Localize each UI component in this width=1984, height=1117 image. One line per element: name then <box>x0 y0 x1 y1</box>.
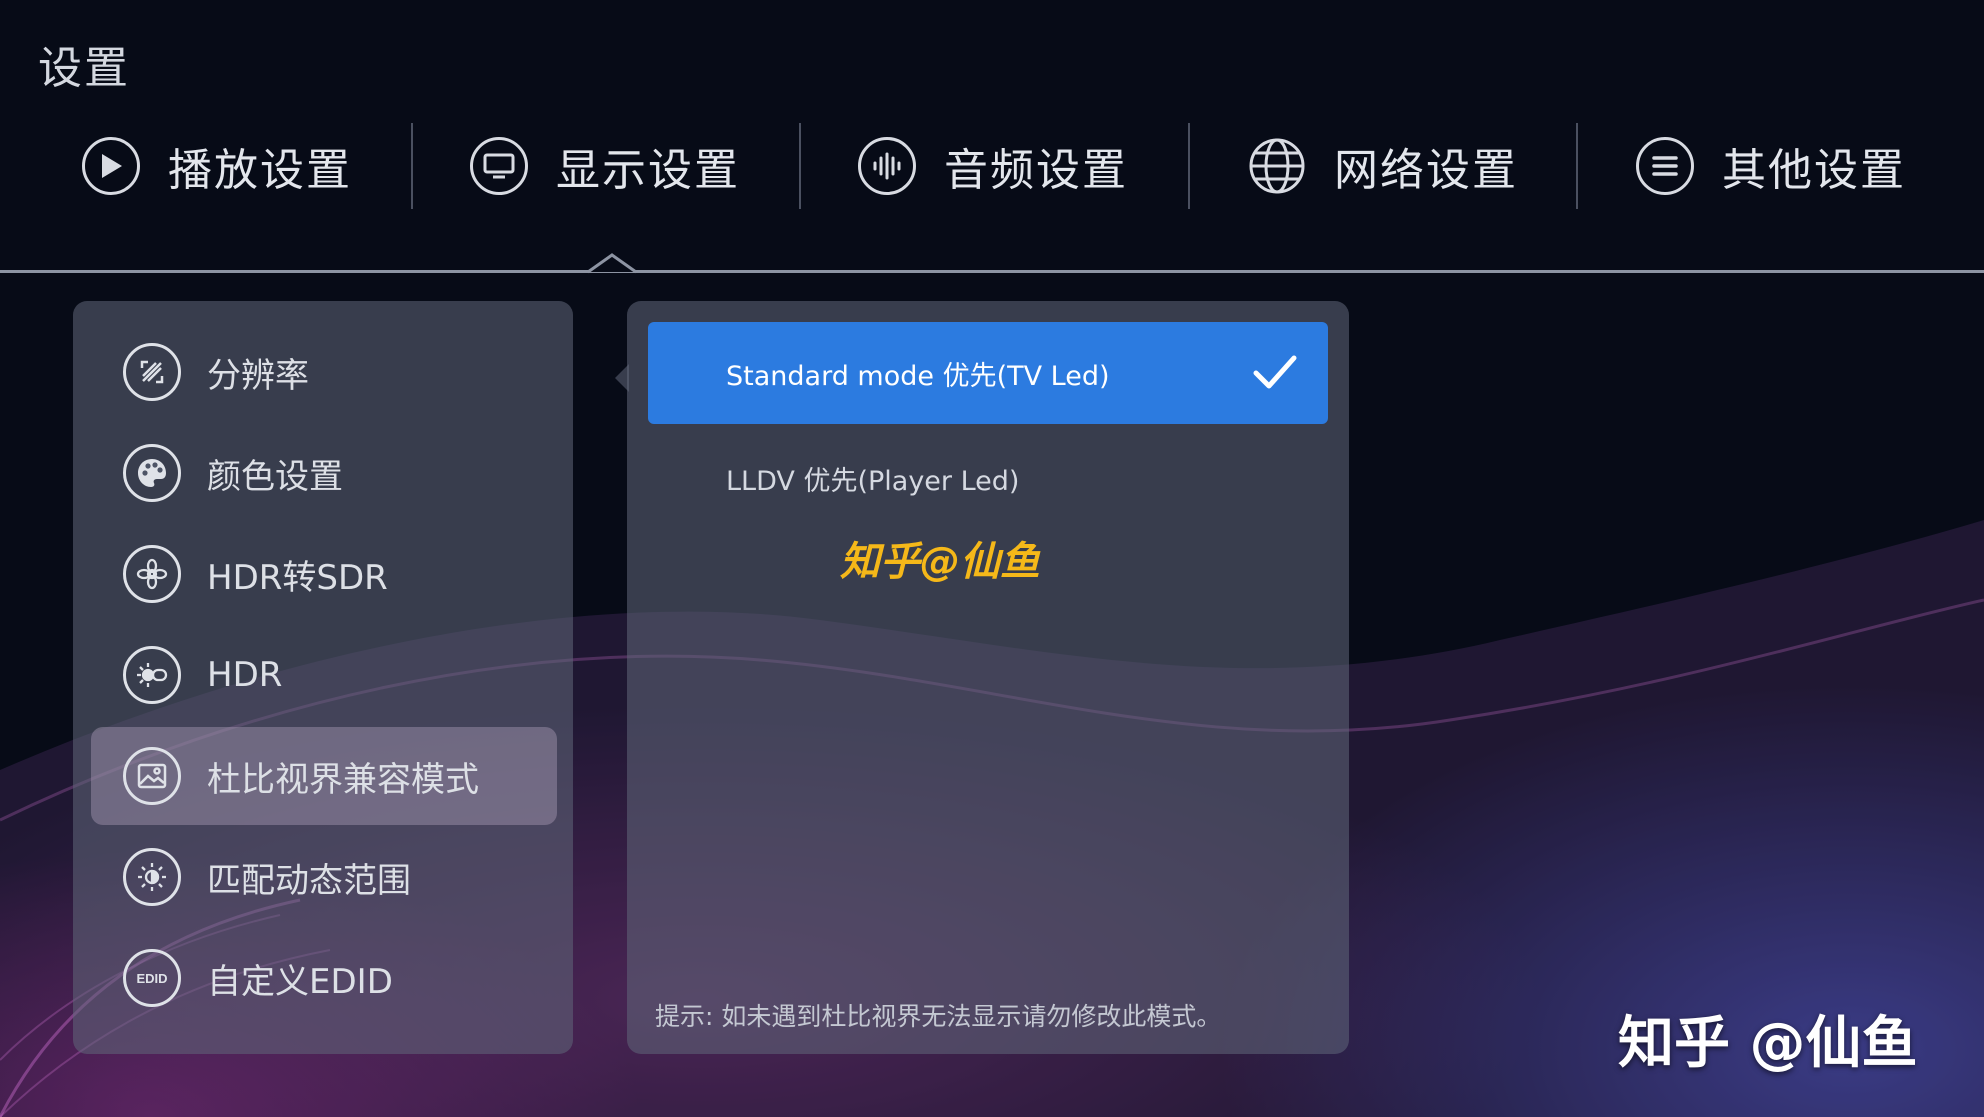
hdr-sun-icon <box>123 646 181 704</box>
tab-bar: 播放设置 显示设置 音频设置 网络设置 其他设置 <box>0 118 1984 214</box>
active-tab-caret <box>588 253 636 274</box>
resolution-icon <box>123 343 181 401</box>
menu-item-label: HDR <box>207 655 283 695</box>
settings-menu-panel: 分辨率 颜色设置 HDR转SDR HDR 杜比视界兼容模式 匹配动态范围 EDI… <box>73 301 573 1054</box>
menu-item-color-settings[interactable]: 颜色设置 <box>91 424 557 522</box>
edid-icon-text: EDID <box>136 971 167 986</box>
tab-label: 播放设置 <box>168 145 352 196</box>
option-lldv[interactable]: LLDV 优先(Player Led) <box>648 427 1328 529</box>
options-panel: Standard mode 优先(TV Led) LLDV 优先(Player … <box>627 301 1349 1054</box>
option-standard-mode[interactable]: Standard mode 优先(TV Led) <box>648 322 1328 424</box>
palette-icon <box>123 444 181 502</box>
tab-underline <box>0 270 1984 273</box>
tab-audio-settings[interactable]: 音频设置 <box>858 118 1128 214</box>
checkmark-icon <box>1253 355 1297 389</box>
tab-divider <box>799 123 801 209</box>
menu-item-label: 颜色设置 <box>207 456 343 497</box>
menu-lines-icon <box>1636 137 1694 195</box>
menu-item-label: 杜比视界兼容模式 <box>207 759 479 800</box>
monitor-icon <box>470 137 528 195</box>
tab-label: 音频设置 <box>944 145 1128 196</box>
menu-item-hdr[interactable]: HDR <box>91 626 557 724</box>
globe-icon <box>1248 137 1306 195</box>
edid-icon: EDID <box>123 949 181 1007</box>
tab-divider <box>1576 123 1578 209</box>
tab-playback-settings[interactable]: 播放设置 <box>82 118 352 214</box>
tab-divider <box>1188 123 1190 209</box>
tab-label: 显示设置 <box>556 145 740 196</box>
menu-item-label: 自定义EDID <box>207 961 393 1002</box>
tab-divider <box>411 123 413 209</box>
tab-network-settings[interactable]: 网络设置 <box>1248 118 1518 214</box>
menu-item-custom-edid[interactable]: EDID 自定义EDID <box>91 929 557 1027</box>
page-title: 设置 <box>38 43 130 94</box>
menu-item-label: 分辨率 <box>207 355 309 396</box>
brightness-icon <box>123 848 181 906</box>
tab-label: 网络设置 <box>1334 145 1518 196</box>
tab-label: 其他设置 <box>1722 145 1906 196</box>
image-icon <box>123 747 181 805</box>
play-icon <box>82 137 140 195</box>
inner-watermark: 知乎@仙鱼 <box>840 539 1040 585</box>
menu-item-match-dynamic-range[interactable]: 匹配动态范围 <box>91 828 557 926</box>
corner-watermark: 知乎 @仙鱼 <box>1618 1011 1918 1076</box>
hint-text: 提示: 如未遇到杜比视界无法显示请勿修改此模式。 <box>655 1002 1222 1031</box>
option-label: LLDV 优先(Player Led) <box>726 465 1020 497</box>
aperture-icon <box>123 545 181 603</box>
menu-item-label: 匹配动态范围 <box>207 860 411 901</box>
option-label: Standard mode 优先(TV Led) <box>726 360 1110 392</box>
audio-wave-icon <box>858 137 916 195</box>
tab-display-settings[interactable]: 显示设置 <box>470 118 740 214</box>
menu-item-resolution[interactable]: 分辨率 <box>91 323 557 421</box>
menu-item-dolby-vision-compat[interactable]: 杜比视界兼容模式 <box>91 727 557 825</box>
tab-other-settings[interactable]: 其他设置 <box>1636 118 1906 214</box>
menu-item-label: HDR转SDR <box>207 557 388 598</box>
menu-item-hdr-to-sdr[interactable]: HDR转SDR <box>91 525 557 623</box>
